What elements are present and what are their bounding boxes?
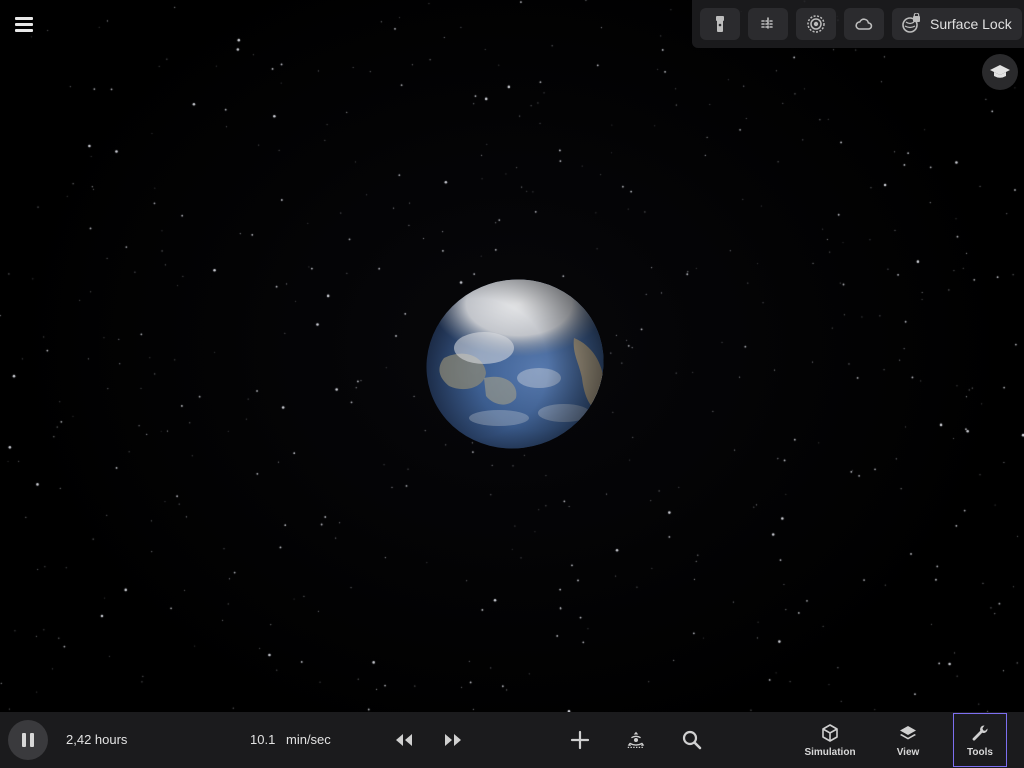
nav-tools-label: Tools xyxy=(967,746,993,758)
add-button[interactable] xyxy=(564,724,596,756)
education-button[interactable] xyxy=(982,54,1018,90)
flashlight-button[interactable] xyxy=(700,8,740,40)
time-rate-value[interactable]: 10.1 xyxy=(250,712,275,768)
time-controls-bar: 2,42 hours 10.1 min/sec Simulation View … xyxy=(0,712,1024,768)
surface-lock-label: Surface Lock xyxy=(930,16,1012,32)
main-menu-button[interactable] xyxy=(10,10,38,38)
layers-icon xyxy=(900,725,916,739)
cube-icon xyxy=(822,723,838,742)
graduation-cap-icon xyxy=(990,65,1010,78)
search-button[interactable] xyxy=(676,724,708,756)
earth-globe[interactable] xyxy=(424,278,606,450)
search-icon xyxy=(682,730,702,750)
nav-simulation-label: Simulation xyxy=(804,746,856,758)
fast-forward-button[interactable] xyxy=(437,724,469,756)
nav-tools[interactable]: Tools xyxy=(953,713,1007,767)
wrench-icon xyxy=(972,724,988,741)
nav-view-label: View xyxy=(896,746,920,758)
nav-view[interactable]: View xyxy=(882,712,934,768)
rewind-button[interactable] xyxy=(388,724,420,756)
plus-icon xyxy=(570,730,590,750)
grid-lines-button[interactable] xyxy=(748,8,788,40)
fast-forward-icon xyxy=(445,734,461,746)
pause-icon xyxy=(22,733,34,747)
elapsed-time: 2,42 hours xyxy=(66,732,128,747)
orbit-arrows-icon xyxy=(627,731,645,748)
flashlight-icon xyxy=(716,16,724,32)
surface-lock-button[interactable]: Surface Lock xyxy=(892,8,1022,40)
clouds-button[interactable] xyxy=(844,8,884,40)
top-toolbar: Surface Lock xyxy=(692,0,1024,48)
orbit-tool-button[interactable] xyxy=(620,724,652,756)
cloud-icon xyxy=(855,18,873,30)
surface-lock-icon xyxy=(902,13,920,33)
space-viewport[interactable]: Surface Lock 2,42 hours 10.1 min/sec Sim… xyxy=(0,0,1024,768)
hamburger-menu-icon xyxy=(15,14,33,35)
pause-button[interactable] xyxy=(8,720,48,760)
nav-simulation[interactable]: Simulation xyxy=(800,712,860,768)
grid-lines-icon xyxy=(761,17,775,31)
time-rate-unit: min/sec xyxy=(286,732,331,747)
rewind-icon xyxy=(396,734,412,746)
orbit-ring-button[interactable] xyxy=(796,8,836,40)
orbit-ring-icon xyxy=(807,15,825,33)
